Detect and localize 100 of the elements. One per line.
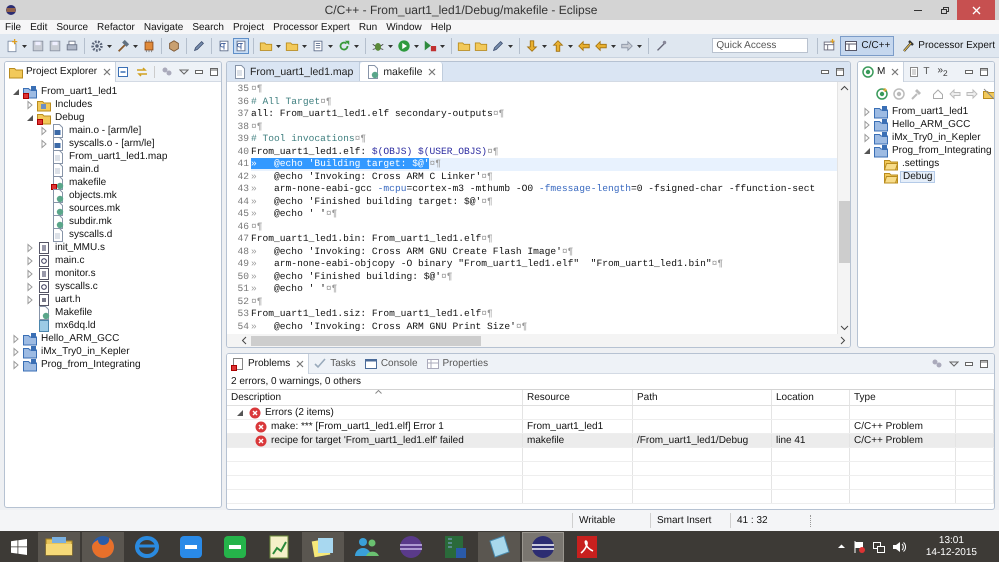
- column-header[interactable]: Location: [776, 392, 814, 403]
- menu-item[interactable]: Project: [233, 22, 264, 32]
- close-icon[interactable]: [428, 68, 436, 76]
- view-tab[interactable]: Properties: [422, 354, 492, 374]
- clock-date[interactable]: 14-12-2015: [926, 546, 977, 558]
- menu-item[interactable]: Window: [386, 22, 422, 32]
- maximize-icon[interactable]: [979, 358, 989, 368]
- menu-item[interactable]: File: [5, 22, 22, 32]
- menu-item[interactable]: Search: [192, 22, 224, 32]
- run-icon[interactable]: [396, 38, 412, 54]
- tree-item[interactable]: Debug: [53, 112, 86, 124]
- tree-item[interactable]: syscalls.c: [53, 280, 100, 292]
- editor-tab[interactable]: From_uart1_led1.map: [227, 62, 360, 81]
- column-header[interactable]: Type: [854, 392, 876, 403]
- expand-arrow-icon[interactable]: [235, 408, 245, 418]
- hammer-icon[interactable]: [115, 38, 131, 54]
- perspective-button[interactable]: C/C++: [840, 36, 894, 56]
- table-row[interactable]: recipe for target 'From_uart1_led1.elf' failed makefile /From_uart1_led1/Debug line 41 C/C++ Problem: [227, 434, 994, 448]
- view-tab[interactable]: Console: [360, 354, 422, 374]
- tree-item[interactable]: monitor.s: [53, 268, 98, 280]
- tree-item[interactable]: mx6dq.ld: [53, 320, 98, 332]
- tree-item[interactable]: Hello_ARM_GCC: [39, 332, 122, 344]
- left-caret-icon[interactable]: [241, 336, 247, 345]
- view-menu-icon[interactable]: [949, 358, 959, 368]
- tree-item[interactable]: objects.mk: [67, 190, 119, 202]
- tree-item[interactable]: makefile: [67, 176, 108, 188]
- menu-item[interactable]: Processor Expert: [273, 22, 350, 32]
- speaker-icon[interactable]: [892, 540, 906, 554]
- column-header[interactable]: Description: [231, 392, 282, 403]
- tree-item[interactable]: iMx_Try0_in_Kepler: [890, 132, 983, 144]
- collapse-all-icon[interactable]: [116, 64, 130, 78]
- table-cell[interactable]: Errors (2 items): [265, 407, 334, 418]
- target-icon[interactable]: [876, 88, 888, 100]
- menu-item[interactable]: Refactor: [97, 22, 135, 32]
- tree-item[interactable]: syscalls.o - [arm/le]: [67, 138, 157, 150]
- tree-item[interactable]: sources.mk: [67, 202, 122, 214]
- search-field[interactable]: Quick Access: [712, 38, 808, 53]
- expand-arrow-icon[interactable]: [11, 86, 21, 96]
- tree-item[interactable]: main.o - [arm/le]: [67, 124, 144, 136]
- up-caret-icon[interactable]: [840, 85, 848, 91]
- view-menu-icon[interactable]: [179, 66, 190, 76]
- column-header[interactable]: Resource: [527, 392, 570, 403]
- tree-item[interactable]: Debug: [900, 170, 936, 182]
- view-tab[interactable]: T: [904, 62, 934, 82]
- tree-item[interactable]: Hello_ARM_GCC: [890, 118, 972, 130]
- horizontal-scrollbar[interactable]: [227, 334, 850, 347]
- expand-arrow-icon[interactable]: [25, 112, 35, 122]
- taskbar-button[interactable]: [38, 532, 80, 562]
- close-icon[interactable]: [891, 68, 900, 76]
- view-tab[interactable]: M: [858, 62, 904, 82]
- close-icon[interactable]: [296, 360, 304, 368]
- expand-arrow-icon[interactable]: [862, 146, 872, 156]
- cube-icon[interactable]: [166, 38, 182, 54]
- view-tab[interactable]: Tasks: [309, 354, 360, 374]
- menu-item[interactable]: Navigate: [144, 22, 184, 32]
- tree-item[interactable]: Includes: [53, 98, 94, 110]
- up-caret-icon[interactable]: [836, 542, 846, 551]
- perspective-button[interactable]: Processor Expert: [897, 36, 999, 56]
- open-perspective-icon[interactable]: [821, 38, 838, 54]
- menu-item[interactable]: Source: [56, 22, 88, 32]
- maximize-icon[interactable]: [835, 66, 845, 76]
- maximize-icon[interactable]: [979, 66, 989, 76]
- clock-time[interactable]: 13:01: [938, 534, 964, 546]
- tree-item[interactable]: iMx_Try0_in_Kepler: [39, 346, 132, 358]
- flag-icon[interactable]: [852, 540, 866, 554]
- tree-item[interactable]: From_uart1_led1.map: [67, 150, 170, 162]
- maximize-icon[interactable]: [209, 66, 220, 76]
- taskbar-button[interactable]: [302, 532, 344, 562]
- tree-item[interactable]: From_uart1_led1: [39, 86, 120, 98]
- tree-item[interactable]: .settings: [900, 158, 942, 170]
- scroll-thumb[interactable]: [251, 336, 481, 346]
- taskbar-button[interactable]: [522, 532, 564, 562]
- tree-item[interactable]: syscalls.d: [67, 228, 114, 240]
- tree-item[interactable]: init_MMU.s: [53, 242, 108, 254]
- tree-item[interactable]: Prog_from_Integrating: [890, 144, 994, 156]
- tree-item[interactable]: subdir.mk: [67, 216, 114, 228]
- vertical-scrollbar[interactable]: [837, 82, 850, 334]
- close-button[interactable]: [957, 0, 995, 20]
- close-icon[interactable]: [103, 68, 112, 76]
- tree-item[interactable]: uart.h: [53, 294, 83, 306]
- network-icon[interactable]: [872, 540, 886, 554]
- down-caret-icon[interactable]: [840, 325, 848, 331]
- tree-item[interactable]: Makefile: [53, 306, 94, 318]
- tree-item[interactable]: Prog_from_Integrating: [39, 358, 143, 370]
- view-tab[interactable]: Project Explorer: [5, 62, 116, 82]
- tree-item[interactable]: main.c: [53, 254, 86, 266]
- menu-item[interactable]: Run: [358, 22, 378, 32]
- gear-icon[interactable]: [89, 38, 105, 54]
- folder-icon[interactable]: [983, 88, 994, 100]
- tree-item[interactable]: main.d: [67, 164, 102, 176]
- scroll-thumb[interactable]: [838, 201, 850, 263]
- column-header[interactable]: Path: [637, 392, 658, 403]
- menu-item[interactable]: Help: [430, 22, 452, 32]
- view-tab[interactable]: Problems: [227, 354, 310, 374]
- tree-item[interactable]: From_uart1_led1: [890, 106, 970, 118]
- page-icon[interactable]: [233, 38, 249, 54]
- editor-tab[interactable]: makefile: [360, 62, 444, 81]
- right-caret-icon[interactable]: [840, 336, 846, 345]
- menu-item[interactable]: Edit: [30, 22, 48, 32]
- overflow-menu[interactable]: »$_{2}$: [933, 65, 948, 78]
